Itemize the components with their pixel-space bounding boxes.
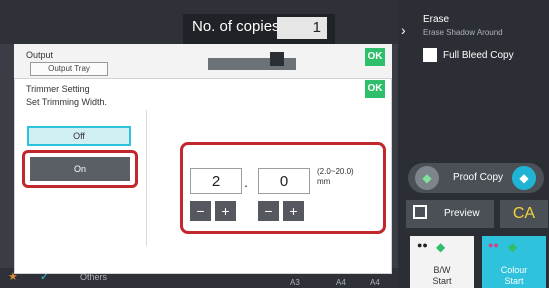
trimmer-subtitle: Set Trimming Width.: [26, 97, 108, 107]
diamond-icon: ◆: [415, 166, 439, 190]
full-bleed-label[interactable]: Full Bleed Copy: [443, 50, 514, 61]
trimmer-ok-button[interactable]: OK: [365, 80, 385, 98]
full-bleed-checkbox[interactable]: [423, 48, 437, 62]
paper-size-label: A4: [336, 278, 346, 287]
clear-all-button[interactable]: CA: [500, 200, 548, 228]
tray-graphic: [270, 52, 284, 66]
on-highlight-outline: [22, 150, 138, 188]
paper-size-label: A4: [370, 278, 380, 287]
diamond-icon: ◆: [436, 240, 446, 254]
divider: [146, 110, 147, 246]
diamond-icon: ◆: [508, 240, 518, 254]
trimmer-title: Trimmer Setting: [26, 84, 90, 94]
preview-label[interactable]: Preview: [444, 208, 480, 219]
proof-copy-label[interactable]: Proof Copy: [453, 172, 503, 183]
erase-subtitle: Erase Shadow Around: [423, 28, 503, 37]
diamond-icon[interactable]: ◆: [512, 166, 536, 190]
chevron-right-icon[interactable]: ›: [401, 22, 406, 38]
copies-label: No. of copies: [192, 18, 280, 35]
off-button[interactable]: Off: [27, 126, 131, 146]
copies-value-field[interactable]: 1: [277, 17, 327, 39]
output-tray-button[interactable]: Output Tray: [30, 62, 108, 76]
value-highlight-outline: [180, 142, 386, 234]
colour-start-label[interactable]: Colour Start: [482, 265, 546, 287]
bw-start-label[interactable]: B/W Start: [410, 265, 474, 287]
bw-dots-icon: ●●: [417, 240, 428, 250]
erase-title[interactable]: Erase: [423, 14, 449, 25]
output-title: Output: [26, 50, 54, 60]
colour-dots-icon: ●●: [488, 240, 499, 250]
paper-size-label: A3: [290, 278, 300, 287]
preview-icon: [413, 205, 427, 219]
output-ok-button[interactable]: OK: [365, 48, 385, 66]
